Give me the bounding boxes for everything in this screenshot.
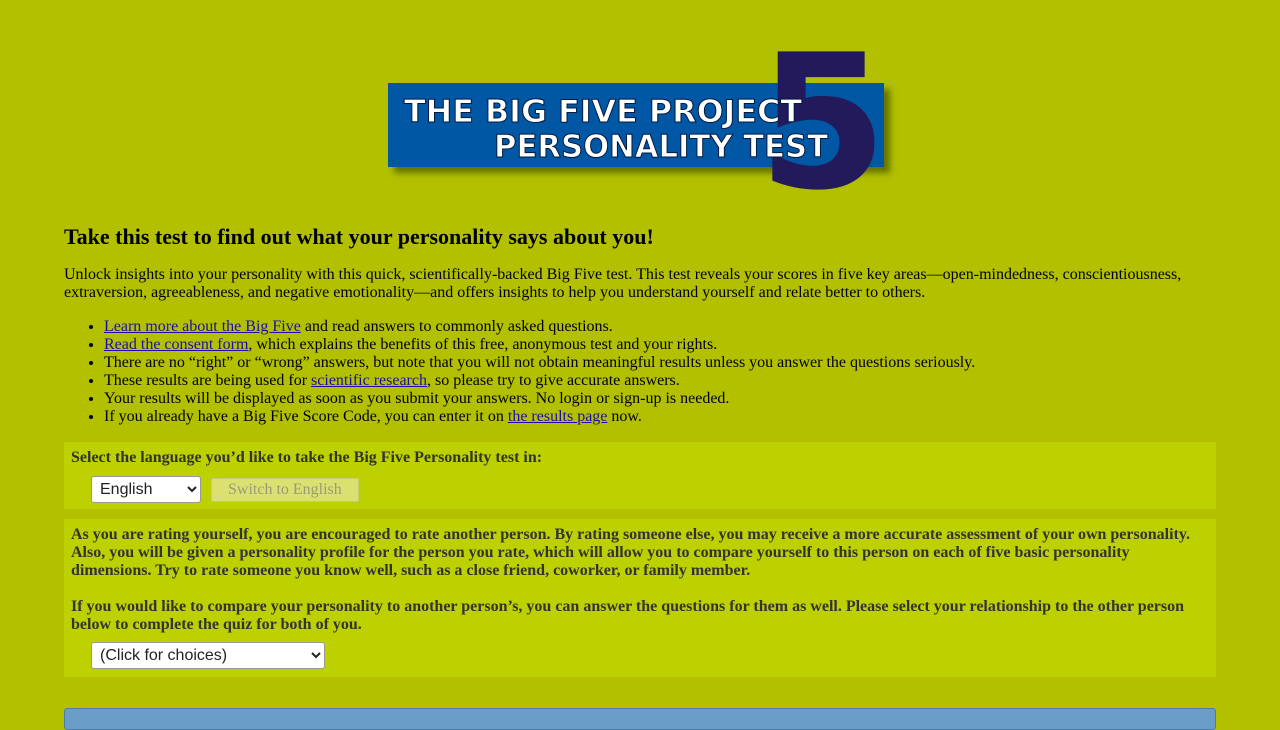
relationship-controls: (Click for choices) <box>91 642 1209 670</box>
relationship-select[interactable]: (Click for choices) <box>91 642 325 670</box>
next-section-bar <box>64 708 1216 730</box>
logo-graphic: 5 THE BIG FIVE PROJECT PERSONALITY TEST <box>404 50 888 192</box>
scientific-research-link[interactable]: scientific research <box>311 372 427 389</box>
list-item: These results are being used for scienti… <box>104 372 1216 390</box>
list-item: If you already have a Big Five Score Cod… <box>104 408 1216 426</box>
list-item: Read the consent form, which explains th… <box>104 336 1216 354</box>
page-heading: Take this test to find out what your per… <box>64 224 654 249</box>
list-item: There are no “right” or “wrong” answers,… <box>104 354 1216 372</box>
learn-more-link[interactable]: Learn more about the Big Five <box>104 318 301 335</box>
rate-other-instructions: If you would like to compare your person… <box>71 598 1185 634</box>
list-item: Your results will be displayed as soon a… <box>104 390 1216 408</box>
switch-language-button[interactable]: Switch to English <box>211 477 359 502</box>
language-select[interactable]: English <box>91 476 201 504</box>
results-page-link[interactable]: the results page <box>508 408 608 425</box>
language-prompt: Select the language you’d like to take t… <box>71 449 543 467</box>
logo-line2: PERSONALITY TEST <box>494 129 828 165</box>
info-list: Learn more about the Big Five and read a… <box>64 318 1216 426</box>
consent-form-link[interactable]: Read the consent form <box>104 336 248 353</box>
language-panel: Select the language you’d like to take t… <box>64 442 1216 510</box>
logo-line1: THE BIG FIVE PROJECT <box>404 94 802 130</box>
intro-paragraph: Unlock insights into your personality wi… <box>64 266 1182 302</box>
list-item: Learn more about the Big Five and read a… <box>104 318 1216 336</box>
rate-other-panel: As you are rating yourself, you are enco… <box>64 519 1216 678</box>
language-controls: English Switch to English <box>91 476 1209 504</box>
site-logo: 5 THE BIG FIVE PROJECT PERSONALITY TEST <box>386 50 896 192</box>
rate-other-explanation: As you are rating yourself, you are enco… <box>71 526 1190 580</box>
main-content: Take this test to find out what your per… <box>64 224 1216 678</box>
